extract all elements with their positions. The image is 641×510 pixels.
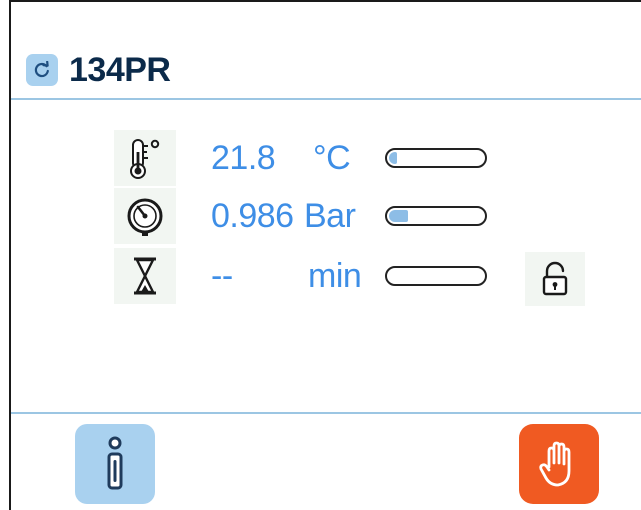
stop-button[interactable] bbox=[519, 424, 599, 504]
temperature-level-fill bbox=[389, 152, 397, 164]
pressure-unit: Bar bbox=[304, 197, 356, 235]
pressure-level-bar bbox=[385, 206, 487, 226]
time-level-bar bbox=[385, 266, 487, 286]
hourglass-icon bbox=[114, 248, 176, 304]
temperature-value: 21.8 bbox=[211, 139, 276, 177]
door-lock-button[interactable] bbox=[525, 252, 585, 306]
time-value: -- bbox=[211, 257, 233, 295]
reading-row-pressure: 0.986 Bar bbox=[11, 188, 641, 244]
time-unit: min bbox=[308, 257, 362, 295]
header: 134PR bbox=[11, 2, 641, 98]
temperature-unit: °C bbox=[313, 139, 351, 177]
pressure-level-fill bbox=[389, 210, 408, 222]
thermometer-icon bbox=[114, 130, 176, 186]
stop-hand-icon bbox=[539, 441, 571, 487]
program-title: 134PR bbox=[69, 51, 171, 89]
temperature-level-bar bbox=[385, 148, 487, 168]
refresh-button[interactable] bbox=[26, 54, 58, 86]
info-button[interactable] bbox=[75, 424, 155, 504]
refresh-icon bbox=[34, 61, 49, 78]
footer-divider bbox=[11, 412, 641, 414]
reading-row-temperature: 21.8 °C bbox=[11, 130, 641, 186]
unlock-icon bbox=[542, 261, 568, 296]
pressure-gauge-icon bbox=[114, 188, 176, 244]
header-divider bbox=[11, 98, 641, 100]
pressure-value: 0.986 bbox=[211, 197, 294, 235]
device-screen: 134PR 21.8 °C 0.986 Bar -- min bbox=[9, 0, 641, 510]
info-icon bbox=[107, 436, 123, 490]
